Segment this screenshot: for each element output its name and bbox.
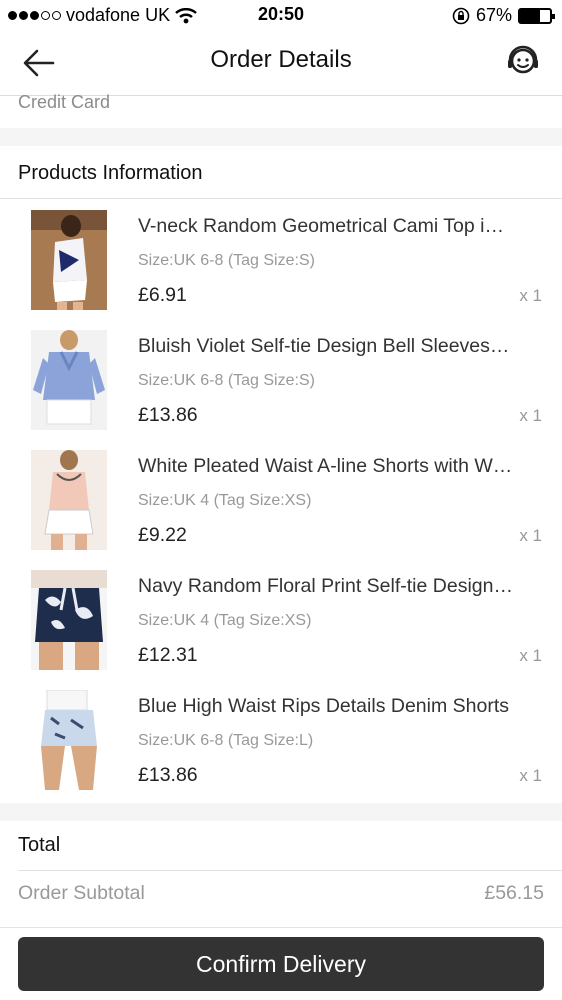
product-quantity: x 1 [519, 766, 542, 785]
product-quantity: x 1 [519, 526, 542, 545]
order-subtotal-value: £56.15 [484, 882, 544, 904]
section-divider [0, 128, 562, 146]
product-item[interactable]: Navy Random Floral Print Self-tie Design… [0, 560, 562, 680]
product-image [31, 330, 107, 430]
product-item[interactable]: Blue High Waist Rips Details Denim Short… [0, 680, 562, 800]
payment-method-value: Credit Card [18, 92, 111, 112]
divider [0, 927, 562, 928]
customer-service-button[interactable] [506, 45, 540, 81]
product-quantity: x 1 [519, 406, 542, 425]
product-size: Size:UK 6-8 (Tag Size:S) [138, 252, 315, 269]
product-quantity: x 1 [519, 286, 542, 305]
total-section-title: Total [18, 834, 61, 856]
product-item[interactable]: Bluish Violet Self-tie Design Bell Sleev… [0, 320, 562, 440]
section-divider [0, 803, 562, 821]
battery-percent: 67% [475, 5, 512, 25]
product-image [31, 210, 107, 310]
order-details-screen: vodafone UK 20:50 67% Order Details Cred… [0, 0, 562, 1000]
product-image [31, 690, 107, 790]
product-size: Size:UK 4 (Tag Size:XS) [138, 492, 312, 509]
product-price: £9.22 [138, 524, 187, 546]
product-size: Size:UK 6-8 (Tag Size:S) [138, 372, 315, 389]
page-title: Order Details [210, 46, 352, 73]
status-bar: vodafone UK 20:50 67% [0, 0, 562, 32]
order-subtotal-row: Order Subtotal £56.15 [18, 882, 544, 905]
product-name: Blue High Waist Rips Details Denim Short… [138, 695, 509, 717]
divider [18, 870, 562, 871]
divider [0, 198, 562, 199]
product-name: Navy Random Floral Print Self-tie Design… [138, 575, 513, 597]
product-name: V-neck Random Geometrical Cami Top i… [138, 215, 504, 237]
products-section-title: Products Information [18, 162, 203, 184]
customer-service-icon [508, 45, 538, 74]
product-item[interactable]: White Pleated Waist A-line Shorts with W… [0, 440, 562, 560]
battery-icon [518, 7, 555, 24]
navigation-bar: Order Details [0, 32, 562, 96]
product-image [31, 570, 107, 670]
product-price: £12.31 [138, 644, 198, 666]
confirm-delivery-button[interactable]: Confirm Delivery [18, 937, 544, 991]
product-size: Size:UK 4 (Tag Size:XS) [138, 612, 312, 629]
orientation-lock-icon [452, 7, 470, 24]
battery-info: 67% [452, 5, 555, 26]
product-price: £13.86 [138, 764, 198, 786]
order-subtotal-label: Order Subtotal [18, 882, 145, 904]
product-name: White Pleated Waist A-line Shorts with W… [138, 455, 513, 477]
payment-method: Credit Card [0, 88, 562, 118]
product-size: Size:UK 6-8 (Tag Size:L) [138, 732, 314, 749]
product-image [31, 450, 107, 550]
product-name: Bluish Violet Self-tie Design Bell Sleev… [138, 335, 510, 357]
product-item[interactable]: V-neck Random Geometrical Cami Top i… Si… [0, 200, 562, 320]
product-price: £6.91 [138, 284, 187, 306]
product-quantity: x 1 [519, 646, 542, 665]
product-price: £13.86 [138, 404, 198, 426]
